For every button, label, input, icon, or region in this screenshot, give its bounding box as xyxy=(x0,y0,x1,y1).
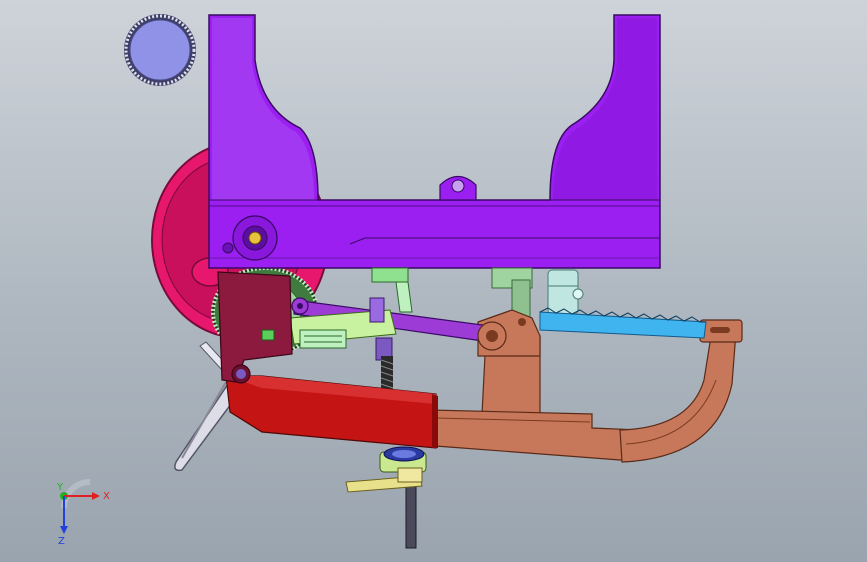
crank-lever[interactable] xyxy=(217,271,293,384)
cylinder-sleeve[interactable] xyxy=(547,269,584,315)
triad-x-arrow xyxy=(92,492,100,500)
main-frame[interactable] xyxy=(208,14,661,269)
coordinate-triad: X Y Z xyxy=(56,479,110,547)
cad-viewport[interactable]: X Y Z xyxy=(0,0,867,562)
triad-x-label: X xyxy=(103,491,110,502)
triad-z-label: Z xyxy=(58,536,65,547)
vise-clamp-block[interactable] xyxy=(225,375,438,449)
triad-z-arrow xyxy=(60,526,68,534)
knurled-knob[interactable] xyxy=(124,14,196,86)
triad-y-label: Y xyxy=(56,482,64,493)
bearing-assembly[interactable] xyxy=(345,446,427,493)
